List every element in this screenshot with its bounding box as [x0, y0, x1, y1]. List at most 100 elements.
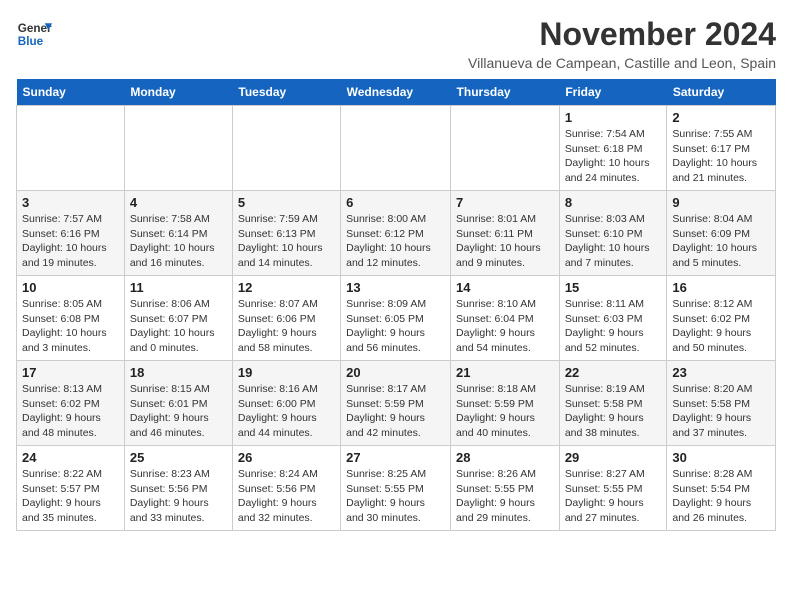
day-cell: 5 Sunrise: 7:59 AMSunset: 6:13 PMDaylight…: [232, 191, 340, 276]
week-row-3: 10 Sunrise: 8:05 AMSunset: 6:08 PMDayligh…: [17, 276, 776, 361]
day-header-thursday: Thursday: [451, 79, 560, 106]
day-info: Sunrise: 8:24 AMSunset: 5:56 PMDaylight:…: [238, 467, 335, 526]
day-cell: 2 Sunrise: 7:55 AMSunset: 6:17 PMDaylight…: [667, 106, 776, 191]
day-cell: 25Sunrise: 8:23 AMSunset: 5:56 PMDayligh…: [124, 446, 232, 531]
day-info: Sunrise: 8:09 AMSunset: 6:05 PMDaylight:…: [346, 297, 445, 356]
day-cell: 8 Sunrise: 8:03 AMSunset: 6:10 PMDaylight…: [559, 191, 667, 276]
day-cell: [451, 106, 560, 191]
day-info: Sunrise: 8:16 AMSunset: 6:00 PMDaylight:…: [238, 382, 335, 441]
day-cell: 28 Sunrise: 8:26 AMSunset: 5:55 PMDayligh…: [451, 446, 560, 531]
day-info: Sunrise: 7:54 AMSunset: 6:18 PMDaylight:…: [565, 127, 662, 186]
day-cell: 17 Sunrise: 8:13 AMSunset: 6:02 PMDayligh…: [17, 361, 125, 446]
day-info: Sunrise: 7:59 AMSunset: 6:13 PMDaylight:…: [238, 212, 335, 271]
day-number: 25: [130, 450, 227, 465]
day-cell: 14 Sunrise: 8:10 AMSunset: 6:04 PMDayligh…: [451, 276, 560, 361]
day-cell: [232, 106, 340, 191]
week-row-4: 17 Sunrise: 8:13 AMSunset: 6:02 PMDayligh…: [17, 361, 776, 446]
day-number: 7: [456, 195, 554, 210]
day-cell: 3 Sunrise: 7:57 AMSunset: 6:16 PMDaylight…: [17, 191, 125, 276]
day-info: Sunrise: 8:07 AMSunset: 6:06 PMDaylight:…: [238, 297, 335, 356]
day-info: Sunrise: 8:26 AMSunset: 5:55 PMDaylight:…: [456, 467, 554, 526]
day-info: Sunrise: 8:00 AMSunset: 6:12 PMDaylight:…: [346, 212, 445, 271]
day-cell: 6 Sunrise: 8:00 AMSunset: 6:12 PMDaylight…: [341, 191, 451, 276]
day-cell: [17, 106, 125, 191]
day-number: 6: [346, 195, 445, 210]
week-row-1: 1Sunrise: 7:54 AMSunset: 6:18 PMDaylight…: [17, 106, 776, 191]
day-number: 15: [565, 280, 662, 295]
day-cell: 4 Sunrise: 7:58 AMSunset: 6:14 PMDaylight…: [124, 191, 232, 276]
day-number: 26: [238, 450, 335, 465]
subtitle: Villanueva de Campean, Castille and Leon…: [468, 55, 776, 71]
day-header-saturday: Saturday: [667, 79, 776, 106]
day-number: 27: [346, 450, 445, 465]
day-info: Sunrise: 8:06 AMSunset: 6:07 PMDaylight:…: [130, 297, 227, 356]
day-cell: 19 Sunrise: 8:16 AMSunset: 6:00 PMDayligh…: [232, 361, 340, 446]
day-info: Sunrise: 8:03 AMSunset: 6:10 PMDaylight:…: [565, 212, 662, 271]
day-number: 18: [130, 365, 227, 380]
day-info: Sunrise: 8:20 AMSunset: 5:58 PMDaylight:…: [672, 382, 770, 441]
day-header-sunday: Sunday: [17, 79, 125, 106]
day-number: 5: [238, 195, 335, 210]
day-cell: 29 Sunrise: 8:27 AMSunset: 5:55 PMDayligh…: [559, 446, 667, 531]
svg-text:Blue: Blue: [18, 35, 44, 48]
week-row-2: 3 Sunrise: 7:57 AMSunset: 6:16 PMDaylight…: [17, 191, 776, 276]
day-cell: 13Sunrise: 8:09 AMSunset: 6:05 PMDayligh…: [341, 276, 451, 361]
day-info: Sunrise: 8:04 AMSunset: 6:09 PMDaylight:…: [672, 212, 770, 271]
day-info: Sunrise: 7:57 AMSunset: 6:16 PMDaylight:…: [22, 212, 119, 271]
day-cell: 18 Sunrise: 8:15 AMSunset: 6:01 PMDayligh…: [124, 361, 232, 446]
day-number: 28: [456, 450, 554, 465]
title-block: November 2024 Villanueva de Campean, Cas…: [468, 16, 776, 71]
day-number: 30: [672, 450, 770, 465]
day-info: Sunrise: 8:17 AMSunset: 5:59 PMDaylight:…: [346, 382, 445, 441]
day-info: Sunrise: 8:12 AMSunset: 6:02 PMDaylight:…: [672, 297, 770, 356]
day-number: 4: [130, 195, 227, 210]
calendar-table: SundayMondayTuesdayWednesdayThursdayFrid…: [16, 79, 776, 531]
week-row-5: 24 Sunrise: 8:22 AMSunset: 5:57 PMDayligh…: [17, 446, 776, 531]
day-info: Sunrise: 8:05 AMSunset: 6:08 PMDaylight:…: [22, 297, 119, 356]
day-number: 9: [672, 195, 770, 210]
day-number: 3: [22, 195, 119, 210]
day-cell: 30 Sunrise: 8:28 AMSunset: 5:54 PMDayligh…: [667, 446, 776, 531]
day-info: Sunrise: 7:58 AMSunset: 6:14 PMDaylight:…: [130, 212, 227, 271]
day-cell: 21Sunrise: 8:18 AMSunset: 5:59 PMDayligh…: [451, 361, 560, 446]
day-cell: 24 Sunrise: 8:22 AMSunset: 5:57 PMDayligh…: [17, 446, 125, 531]
day-number: 21: [456, 365, 554, 380]
day-header-friday: Friday: [559, 79, 667, 106]
day-cell: 7 Sunrise: 8:01 AMSunset: 6:11 PMDaylight…: [451, 191, 560, 276]
day-info: Sunrise: 8:27 AMSunset: 5:55 PMDaylight:…: [565, 467, 662, 526]
day-info: Sunrise: 8:22 AMSunset: 5:57 PMDaylight:…: [22, 467, 119, 526]
day-number: 19: [238, 365, 335, 380]
day-number: 8: [565, 195, 662, 210]
day-info: Sunrise: 8:01 AMSunset: 6:11 PMDaylight:…: [456, 212, 554, 271]
header: General Blue November 2024 Villanueva de…: [16, 16, 776, 71]
day-cell: 16Sunrise: 8:12 AMSunset: 6:02 PMDayligh…: [667, 276, 776, 361]
day-number: 17: [22, 365, 119, 380]
day-cell: [124, 106, 232, 191]
calendar-header-row: SundayMondayTuesdayWednesdayThursdayFrid…: [17, 79, 776, 106]
day-number: 24: [22, 450, 119, 465]
day-info: Sunrise: 8:25 AMSunset: 5:55 PMDaylight:…: [346, 467, 445, 526]
logo: General Blue: [16, 16, 52, 52]
day-header-wednesday: Wednesday: [341, 79, 451, 106]
day-number: 10: [22, 280, 119, 295]
day-cell: 20 Sunrise: 8:17 AMSunset: 5:59 PMDayligh…: [341, 361, 451, 446]
day-cell: [341, 106, 451, 191]
day-cell: 26 Sunrise: 8:24 AMSunset: 5:56 PMDayligh…: [232, 446, 340, 531]
day-info: Sunrise: 7:55 AMSunset: 6:17 PMDaylight:…: [672, 127, 770, 186]
day-info: Sunrise: 8:28 AMSunset: 5:54 PMDaylight:…: [672, 467, 770, 526]
day-number: 11: [130, 280, 227, 295]
day-number: 14: [456, 280, 554, 295]
day-number: 29: [565, 450, 662, 465]
day-info: Sunrise: 8:15 AMSunset: 6:01 PMDaylight:…: [130, 382, 227, 441]
day-number: 2: [672, 110, 770, 125]
day-cell: 15 Sunrise: 8:11 AMSunset: 6:03 PMDayligh…: [559, 276, 667, 361]
day-number: 20: [346, 365, 445, 380]
day-cell: 23 Sunrise: 8:20 AMSunset: 5:58 PMDayligh…: [667, 361, 776, 446]
day-number: 23: [672, 365, 770, 380]
day-info: Sunrise: 8:13 AMSunset: 6:02 PMDaylight:…: [22, 382, 119, 441]
logo-icon: General Blue: [16, 16, 52, 52]
day-info: Sunrise: 8:10 AMSunset: 6:04 PMDaylight:…: [456, 297, 554, 356]
month-title: November 2024: [468, 16, 776, 53]
day-info: Sunrise: 8:19 AMSunset: 5:58 PMDaylight:…: [565, 382, 662, 441]
day-info: Sunrise: 8:11 AMSunset: 6:03 PMDaylight:…: [565, 297, 662, 356]
